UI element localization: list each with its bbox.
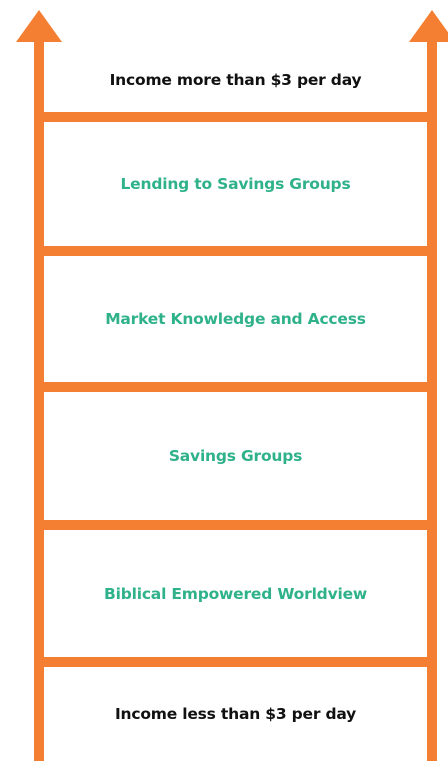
step-market-label: Market Knowledge and Access (105, 310, 366, 328)
right-arrow-head-icon (409, 10, 448, 42)
rung-2 (34, 246, 437, 256)
income-ladder-diagram: Income more than $3 per day Lending to S… (0, 0, 448, 761)
rung-5 (34, 657, 437, 667)
top-income-label: Income more than $3 per day (109, 71, 362, 89)
rung-4 (34, 520, 437, 530)
left-arrow-head-icon (16, 10, 62, 42)
step-lending-label: Lending to Savings Groups (120, 175, 351, 193)
bottom-income-label: Income less than $3 per day (114, 705, 357, 723)
step-savings-label: Savings Groups (168, 447, 303, 465)
rung-3 (34, 382, 437, 392)
step-worldview-label: Biblical Empowered Worldview (103, 584, 368, 603)
rung-1 (34, 112, 437, 122)
left-rail (34, 40, 44, 761)
right-rail (427, 40, 437, 761)
